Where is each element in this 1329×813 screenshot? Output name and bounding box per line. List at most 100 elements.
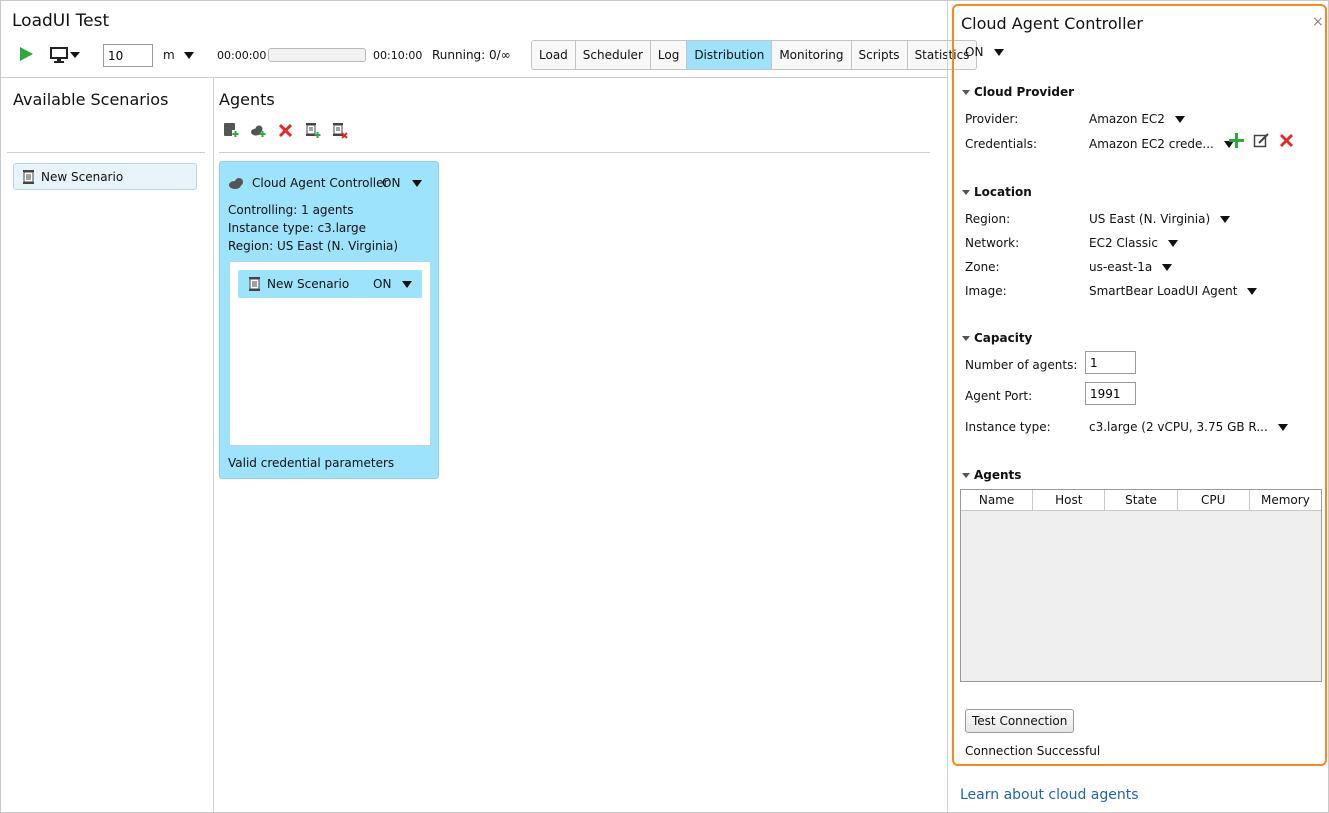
assigned-scenarios-box: New Scenario ON [229,261,431,446]
column-header-cpu[interactable]: CPU [1178,490,1250,510]
region-label: Region: [965,212,1011,226]
monitor-dropdown-icon[interactable] [50,46,82,64]
edit-credential-icon[interactable] [1253,132,1270,149]
section-cloud-provider[interactable]: Cloud Provider [962,85,1074,99]
region-select[interactable]: US East (N. Virginia) [1089,212,1231,226]
instance-type-value: c3.large (2 vCPU, 3.75 GB R... [1089,420,1268,434]
left-panel-divider [213,77,214,813]
app-title: LoadUI Test [12,11,110,31]
instance-type-select[interactable]: c3.large (2 vCPU, 3.75 GB R... [1089,420,1288,434]
chevron-down-icon[interactable] [1174,115,1185,123]
column-header-state[interactable]: State [1105,490,1178,510]
test-connection-button[interactable]: Test Connection [965,709,1075,733]
section-location[interactable]: Location [962,185,1032,199]
close-icon[interactable]: × [1312,14,1324,30]
chevron-down-icon[interactable] [1162,263,1173,271]
agent-instance-type: Instance type: c3.large [228,221,366,235]
delete-agent-icon[interactable] [277,122,294,139]
learn-about-cloud-agents-link[interactable]: Learn about cloud agents [960,787,1139,803]
zone-select[interactable]: us-east-1a [1089,260,1173,274]
agents-separator [219,152,930,153]
collapse-icon[interactable] [962,189,970,195]
instance-type-label: Instance type: [965,420,1051,434]
scenario-icon [23,169,34,184]
chevron-down-icon[interactable] [994,49,1004,56]
tab-scripts[interactable]: Scripts [852,41,908,69]
column-header-name[interactable]: Name [961,490,1034,510]
duration-input[interactable] [103,44,153,67]
running-count: Running: 0/∞ [432,48,511,62]
assigned-scenario-label: New Scenario [267,277,350,291]
cloud-icon [229,178,243,189]
tab-distribution[interactable]: Distribution [687,41,773,69]
image-value: SmartBear LoadUI Agent [1089,284,1238,298]
network-label: Network: [965,236,1020,250]
time-elapsed: 00:00:00 [217,49,267,62]
chevron-down-icon[interactable] [402,281,412,288]
credential-status: Valid credential parameters [228,456,395,470]
cloud-agent-controller-panel: Cloud Agent Controller × ON Cloud Provid… [952,4,1327,766]
agent-port-input[interactable] [1085,382,1136,405]
zone-label: Zone: [965,260,1000,274]
section-title: Cloud Provider [974,85,1075,99]
run-progress-bar [268,48,366,62]
cloud-agent-card[interactable]: Cloud Agent Controller ON Controlling: 1… [219,161,439,479]
credentials-select[interactable]: Amazon EC2 crede... [1089,137,1234,151]
assign-scenario-icon[interactable] [304,122,321,139]
chevron-down-icon[interactable] [1277,423,1288,431]
scenario-list-item-label: New Scenario [41,169,124,184]
section-agents[interactable]: Agents [962,468,1021,482]
section-capacity[interactable]: Capacity [962,331,1032,345]
tab-monitoring[interactable]: Monitoring [772,41,852,69]
credentials-label: Credentials: [965,137,1038,151]
zone-value: us-east-1a [1089,260,1153,274]
collapse-icon[interactable] [962,335,970,341]
chevron-down-icon[interactable] [1167,239,1178,247]
time-limit: 00:10:00 [373,49,423,62]
column-header-memory[interactable]: Memory [1250,490,1321,510]
chevron-down-icon[interactable] [412,180,422,187]
agent-controlling: Controlling: 1 agents [228,203,354,217]
table-header-row: Name Host State CPU Memory [961,490,1321,511]
tab-log[interactable]: Log [651,41,688,69]
agents-table[interactable]: Name Host State CPU Memory [960,489,1322,682]
collapse-icon[interactable] [962,89,970,95]
add-agent-icon[interactable] [223,122,240,139]
unassign-scenario-icon[interactable] [331,122,348,139]
play-icon[interactable] [18,46,34,62]
add-cloud-agent-icon[interactable] [250,122,267,139]
assigned-scenario-item[interactable]: New Scenario ON [238,270,422,298]
provider-value: Amazon EC2 [1089,112,1165,126]
view-tabs: Load Scheduler Log Distribution Monitori… [531,40,978,70]
chevron-down-icon[interactable] [1220,215,1231,223]
tab-load[interactable]: Load [532,41,576,69]
left-panel-separator [7,152,205,153]
provider-select[interactable]: Amazon EC2 [1089,112,1185,126]
number-of-agents-input[interactable] [1085,351,1136,374]
column-header-host[interactable]: Host [1033,490,1106,510]
agents-toolbar [223,122,348,139]
tab-scheduler[interactable]: Scheduler [576,41,651,69]
region-value: US East (N. Virginia) [1089,212,1211,226]
cloud-agent-state-select[interactable]: ON [382,176,400,190]
section-title: Capacity [974,331,1033,345]
collapse-icon[interactable] [962,472,970,478]
section-title: Agents [974,468,1022,482]
chevron-down-icon[interactable] [1247,287,1258,295]
delete-credential-icon[interactable] [1278,132,1295,149]
panel-title: Cloud Agent Controller [961,14,1143,33]
agent-port-label: Agent Port: [965,389,1033,403]
provider-label: Provider: [965,112,1019,126]
chevron-down-icon[interactable] [184,52,194,59]
toolbar-divider [1,77,947,78]
image-select[interactable]: SmartBear LoadUI Agent [1089,284,1258,298]
controller-state-select[interactable]: ON [965,45,983,59]
scenario-icon [249,277,260,291]
assigned-scenario-state-select[interactable]: ON [373,277,391,291]
add-credential-icon[interactable] [1228,132,1245,149]
network-select[interactable]: EC2 Classic [1089,236,1178,250]
connection-status: Connection Successful [965,744,1101,758]
cloud-agent-card-title: Cloud Agent Controller [252,176,389,190]
scenario-list-item[interactable]: New Scenario [13,163,197,190]
duration-unit-select[interactable]: m [163,48,175,62]
